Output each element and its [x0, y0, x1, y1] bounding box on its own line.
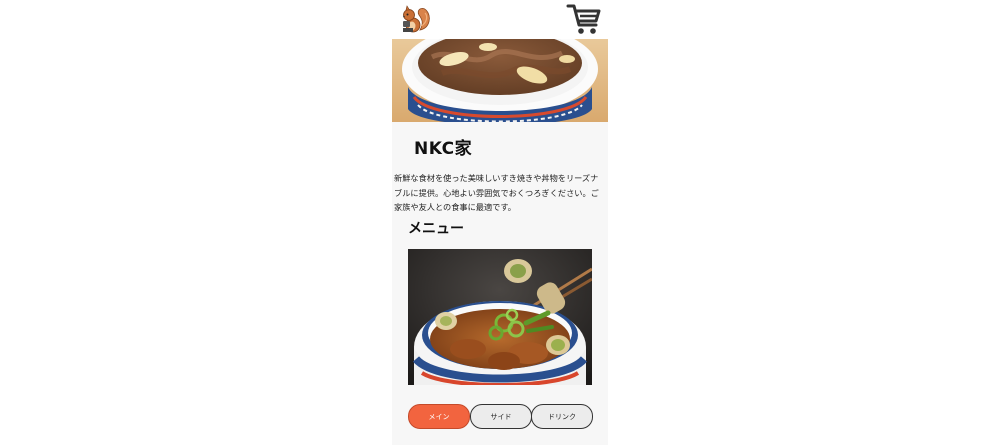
squirrel-icon[interactable]: [400, 4, 432, 34]
tab-side[interactable]: サイド: [470, 404, 532, 429]
hero-image: [392, 39, 608, 122]
app-screen: NKC家 新鮮な食材を使った美味しいすき焼きや丼物をリーズナブルに提供。心地よい…: [392, 0, 608, 445]
menu-item-image[interactable]: [408, 249, 592, 385]
restaurant-name: NKC家: [414, 139, 473, 159]
cart-icon[interactable]: [566, 2, 602, 36]
tab-drink[interactable]: ドリンク: [531, 404, 593, 429]
menu-heading: メニュー: [408, 221, 464, 237]
page: NKC家 新鮮な食材を使った美味しいすき焼きや丼物をリーズナブルに提供。心地よい…: [0, 0, 1000, 445]
restaurant-description: 新鮮な食材を使った美味しいすき焼きや丼物をリーズナブルに提供。心地よい雰囲気でお…: [394, 173, 599, 212]
tab-main[interactable]: メイン: [408, 404, 470, 429]
top-bar: [392, 0, 608, 39]
menu-category-tabs: メイン サイド ドリンク: [408, 404, 593, 429]
